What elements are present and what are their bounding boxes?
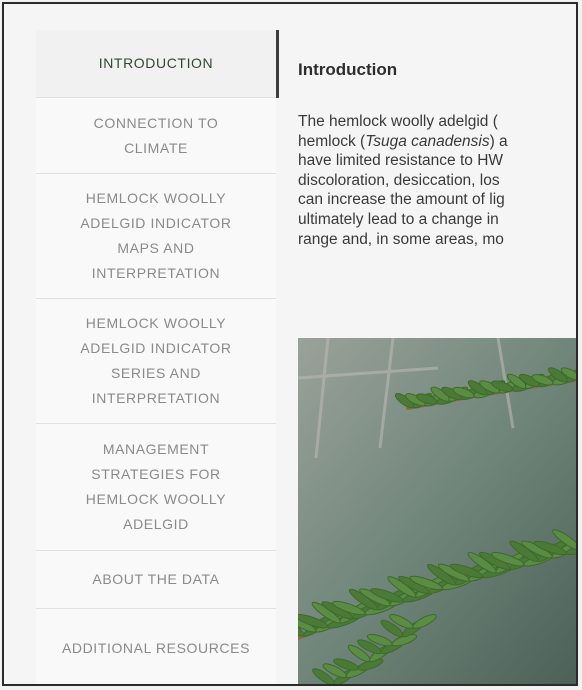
sidebar-item-label: ADDITIONAL RESOURCES (61, 639, 251, 656)
species-name: Tsuga canadensis (365, 132, 490, 150)
sidebar-item-additional-resources[interactable]: ADDITIONAL RESOURCES (36, 609, 276, 684)
sidebar-item-about-the-data[interactable]: ABOUT THE DATA (36, 551, 276, 609)
sidebar-item-label: HEMLOCK WOOLLY ADELGID INDICATOR SERIES … (80, 315, 232, 406)
sidebar-item-label: ABOUT THE DATA (92, 571, 220, 587)
sidebar-item-indicator-series[interactable]: HEMLOCK WOOLLY ADELGID INDICATOR SERIES … (36, 299, 276, 424)
page-frame: INTRODUCTION CONNECTION TO CLIMATE HEMLO… (2, 2, 578, 686)
paragraph-line: The hemlock woolly adelgid ( (298, 113, 498, 130)
sidebar-item-introduction[interactable]: INTRODUCTION (36, 30, 276, 98)
sidebar-item-label: INTRODUCTION (98, 55, 214, 71)
active-tab-indicator (276, 30, 279, 98)
paragraph-text: ) a (489, 132, 508, 150)
main-content: Introduction The hemlock woolly adelgid … (298, 60, 576, 265)
paragraph-line: can increase the amount of lig (298, 191, 505, 209)
paragraph-line: ultimately lead to a change in (298, 210, 499, 228)
paragraph-line: discoloration, desiccation, los (298, 171, 500, 189)
paragraph-line: range and, in some areas, mo (298, 230, 504, 248)
sidebar-item-label: CONNECTION TO CLIMATE (93, 114, 219, 156)
sidebar-item-label: HEMLOCK WOOLLY ADELGID INDICATOR MAPS AN… (80, 190, 232, 281)
paragraph-line: hemlock (Tsuga canadensis) a (298, 132, 576, 152)
sidebar-item-connection-to-climate[interactable]: CONNECTION TO CLIMATE (36, 98, 276, 174)
sidebar-item-management-strategies[interactable]: MANAGEMENT STRATEGIES FOR HEMLOCK WOOLLY… (36, 424, 276, 551)
sidebar-nav: INTRODUCTION CONNECTION TO CLIMATE HEMLO… (36, 30, 276, 684)
paragraph-line: have limited resistance to HW (298, 152, 504, 170)
hemlock-branch-photo (298, 338, 576, 684)
hemlock-branch-illustration (298, 338, 576, 684)
page-title: Introduction (298, 60, 398, 79)
paragraph-text: hemlock ( (298, 132, 366, 150)
sidebar-item-indicator-maps[interactable]: HEMLOCK WOOLLY ADELGID INDICATOR MAPS AN… (36, 174, 276, 299)
intro-paragraph: The hemlock woolly adelgid ( hemlock (Ts… (298, 112, 576, 249)
sidebar-item-label: MANAGEMENT STRATEGIES FOR HEMLOCK WOOLLY… (85, 441, 227, 532)
